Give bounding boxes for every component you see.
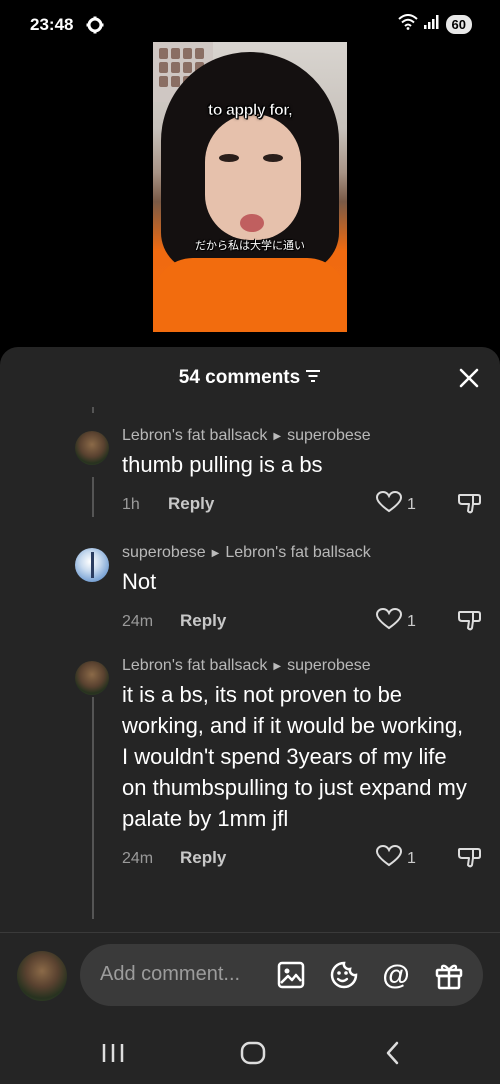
comment-age: 24m (122, 850, 154, 867)
reply-arrow-icon: ▶ (211, 547, 220, 559)
dislike-icon[interactable] (457, 608, 481, 637)
comment-author[interactable]: Lebron's fat ballsack (122, 427, 267, 445)
video-caption-en: to apply for, (207, 102, 293, 120)
like-count: 1 (407, 612, 416, 630)
comments-sheet: 54 comments Lebron's fat ballsack ▶ supe… (0, 347, 500, 1084)
reply-arrow-icon: ▶ (273, 660, 282, 672)
reply-button[interactable]: Reply (168, 494, 214, 514)
comment-author[interactable]: superobese (122, 544, 206, 562)
thread-line (92, 697, 94, 919)
comment-text: it is a bs, its not proven to be working… (122, 682, 467, 831)
comment-age: 1h (122, 496, 140, 513)
avatar[interactable] (75, 548, 109, 582)
avatar[interactable] (75, 431, 109, 465)
divider (0, 932, 500, 933)
user-avatar[interactable] (17, 951, 67, 1001)
reply-to-user[interactable]: Lebron's fat ballsack (225, 544, 370, 562)
wifi-icon (397, 14, 418, 35)
thread-line (92, 407, 94, 413)
close-icon[interactable] (458, 367, 480, 389)
reply-to-user[interactable]: superobese (287, 657, 371, 675)
home-icon[interactable] (238, 1040, 268, 1066)
heart-icon (375, 490, 403, 518)
back-icon[interactable] (378, 1040, 408, 1066)
heart-icon (375, 844, 403, 872)
avatar[interactable] (75, 661, 109, 695)
signal-icon (423, 15, 440, 34)
gift-icon[interactable] (432, 958, 466, 992)
image-icon[interactable] (274, 958, 308, 992)
like-count: 1 (407, 495, 416, 513)
emoji-icon[interactable] (327, 958, 361, 992)
like-button[interactable]: 1 (375, 844, 416, 872)
reply-button[interactable]: Reply (180, 611, 226, 631)
system-nav-bar (0, 1022, 500, 1084)
like-count: 1 (407, 849, 416, 867)
comment-input[interactable]: Add comment... (100, 963, 240, 986)
recents-icon[interactable] (98, 1040, 128, 1066)
like-button[interactable]: 1 (375, 607, 416, 635)
comments-header: 54 comments (0, 367, 500, 389)
comment-age: 24m (122, 613, 154, 630)
comment-author[interactable]: Lebron's fat ballsack (122, 657, 267, 675)
comment-composer[interactable]: Add comment... @ (80, 944, 483, 1006)
video-player[interactable]: to apply for, だから私は大学に通い (153, 42, 347, 332)
like-button[interactable]: 1 (375, 490, 416, 518)
gear-icon (86, 16, 104, 39)
video-caption-jp: だから私は大学に通い (195, 240, 305, 252)
dislike-icon[interactable] (457, 845, 481, 874)
reply-to-user[interactable]: superobese (287, 427, 371, 445)
thread-line (92, 477, 94, 517)
heart-icon (375, 607, 403, 635)
comment-text: Not (122, 569, 157, 594)
comment-text: thumb pulling is a bs (122, 452, 323, 477)
dislike-icon[interactable] (457, 491, 481, 520)
at-icon[interactable]: @ (379, 958, 413, 992)
status-time: 23:48 (30, 15, 74, 34)
reply-arrow-icon: ▶ (273, 430, 282, 442)
comments-count-title: 54 comments (178, 367, 301, 388)
battery-indicator: 60 (445, 15, 472, 34)
filter-icon[interactable] (305, 367, 321, 389)
reply-button[interactable]: Reply (180, 848, 226, 868)
